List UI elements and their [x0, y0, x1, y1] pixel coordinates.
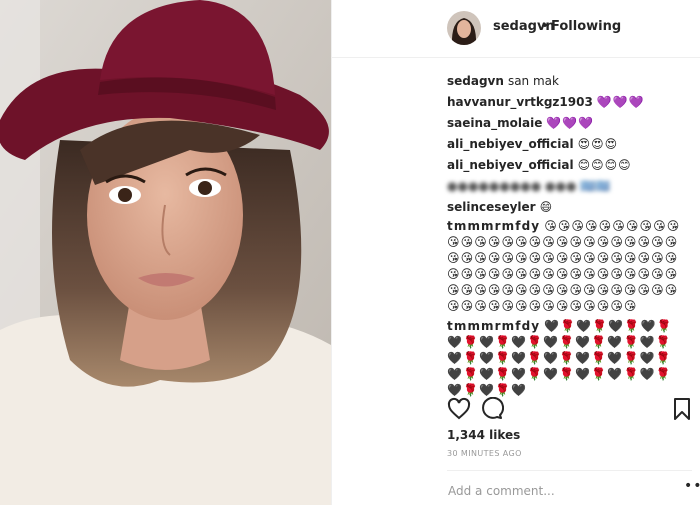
following-button[interactable]: Following: [551, 19, 621, 34]
comment-emoji-block: tmmmrmfdy 🖤🌹🖤🌹🖤🌹🖤🌹🖤🌹🖤🌹🖤🌹🖤🌹🖤🌹🖤🌹🖤🌹🖤🌹🖤🌹🖤🌹🖤🌹🖤…: [447, 318, 687, 398]
comment-item: havvanur_vrtkgz1903 💜💜💜: [447, 91, 692, 112]
comment-text: 😍😍😍: [577, 136, 619, 151]
comment-item: ali_nebiyev_official 😍😍😍: [447, 133, 692, 154]
comment-item: selinceseyler 😄: [447, 196, 692, 217]
instagram-post: sedagvn • Following sedagvn san mak havv…: [0, 0, 700, 505]
comment-item-blurred: ●●●●●●●●● ●●● 🇬🇷🇬🇷: [447, 175, 692, 196]
add-comment-input[interactable]: [446, 480, 670, 502]
comment-emoji-block: tmmmrmfdy 😘😘😘😘😘😘😘😘😘😘😘😘😘😘😘😘😘😘😘😘😘😘😘😘😘😘😘😘😘😘😘…: [447, 218, 687, 314]
comment-username[interactable]: ali_nebiyev_official: [447, 157, 574, 173]
bookmark-icon[interactable]: [670, 397, 694, 421]
post-photo[interactable]: [0, 0, 331, 505]
comment-text: 😘😘😘😘😘😘😘😘😘😘😘😘😘😘😘😘😘😘😘😘😘😘😘😘😘😘😘😘😘😘😘😘😘😘😘😘😘😘😘😘…: [447, 219, 681, 313]
blurred-comment-text: ●●●●●●●●● ●●● 🇬🇷🇬🇷: [447, 178, 611, 193]
selfie-image: [0, 0, 331, 505]
comment-username[interactable]: sedagvn: [447, 73, 504, 89]
avatar-image: [447, 11, 481, 45]
comment-username[interactable]: selinceseyler: [447, 199, 536, 215]
post-timestamp: 30 MINUTES AGO: [447, 449, 522, 458]
divider: [447, 470, 692, 471]
comment-item: tmmmrmfdy 🖤🌹🖤🌹🖤🌹🖤🌹🖤🌹🖤🌹🖤🌹🖤🌹🖤🌹🖤🌹🖤🌹🖤🌹🖤🌹🖤🌹🖤🌹🖤…: [447, 318, 692, 398]
comment-text: san mak: [507, 73, 559, 88]
comment-username[interactable]: tmmmrmfdy: [447, 319, 540, 333]
comment-text: 😄: [539, 199, 554, 214]
action-bar: [447, 397, 692, 423]
comment-username[interactable]: ali_nebiyev_official: [447, 136, 574, 152]
likes-count[interactable]: 1,344 likes: [447, 428, 520, 442]
post-header: sedagvn • Following: [332, 0, 700, 58]
comment-item: ali_nebiyev_official 😊😊😊😊: [447, 154, 692, 175]
heart-icon[interactable]: [447, 397, 471, 421]
comment-bubble-icon[interactable]: [480, 397, 504, 421]
comment-username[interactable]: saeina_molaie: [447, 115, 542, 131]
comment-text: 💜💜💜: [546, 115, 595, 130]
post-detail-panel: sedagvn • Following sedagvn san mak havv…: [331, 0, 700, 505]
header-separator: •: [541, 19, 549, 34]
avatar[interactable]: [447, 11, 481, 45]
comments-list: sedagvn san mak havvanur_vrtkgz1903 💜💜💜 …: [447, 70, 692, 398]
comment-text: 😊😊😊😊: [577, 157, 632, 172]
comment-text: 💜💜💜: [596, 94, 645, 109]
comment-item: sedagvn san mak: [447, 70, 692, 91]
more-options-icon[interactable]: •••: [684, 478, 700, 494]
comment-item: saeina_molaie 💜💜💜: [447, 112, 692, 133]
comment-item: tmmmrmfdy 😘😘😘😘😘😘😘😘😘😘😘😘😘😘😘😘😘😘😘😘😘😘😘😘😘😘😘😘😘😘😘…: [447, 218, 692, 314]
comment-username[interactable]: havvanur_vrtkgz1903: [447, 94, 593, 110]
comment-username[interactable]: tmmmrmfdy: [447, 219, 540, 233]
